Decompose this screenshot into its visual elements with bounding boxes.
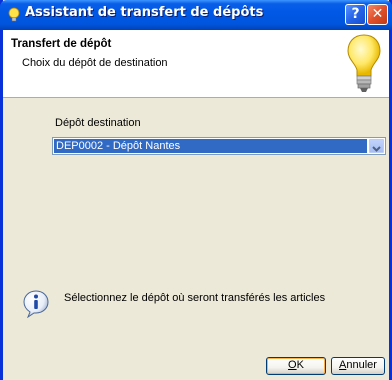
lightbulb-icon xyxy=(8,7,20,22)
title-bar[interactable]: Assistant de transfert de dépôts ? ✕ xyxy=(0,0,392,30)
cancel-button[interactable]: Annuler xyxy=(331,357,385,375)
wizard-header: Transfert de dépôt Choix du dépôt de des… xyxy=(3,30,389,98)
ok-button[interactable]: OK xyxy=(266,357,326,375)
wizard-content: Dépôt destination DEP0002 - Dépôt Nantes xyxy=(3,99,389,380)
depot-destination-label: Dépôt destination xyxy=(55,117,141,129)
depot-destination-select[interactable]: DEP0002 - Dépôt Nantes xyxy=(52,137,386,155)
info-icon xyxy=(23,290,49,318)
dropdown-button[interactable] xyxy=(369,139,384,153)
ok-label-rest: K xyxy=(296,359,304,371)
close-button[interactable]: ✕ xyxy=(367,4,388,25)
dialog-window: Assistant de transfert de dépôts ? ✕ Tra… xyxy=(0,0,392,380)
cancel-label-rest: nnuler xyxy=(346,359,377,371)
header-subtitle: Choix du dépôt de destination xyxy=(22,57,168,69)
depot-destination-value[interactable]: DEP0002 - Dépôt Nantes xyxy=(54,139,367,153)
window-title: Assistant de transfert de dépôts xyxy=(25,5,264,20)
lightbulb-icon xyxy=(347,34,381,92)
header-title: Transfert de dépôt xyxy=(11,38,112,50)
ok-mnemonic: O xyxy=(288,359,297,371)
chevron-down-icon xyxy=(372,146,381,152)
info-message: Sélectionnez le dépôt où seront transfér… xyxy=(64,292,326,304)
help-button[interactable]: ? xyxy=(345,4,366,25)
